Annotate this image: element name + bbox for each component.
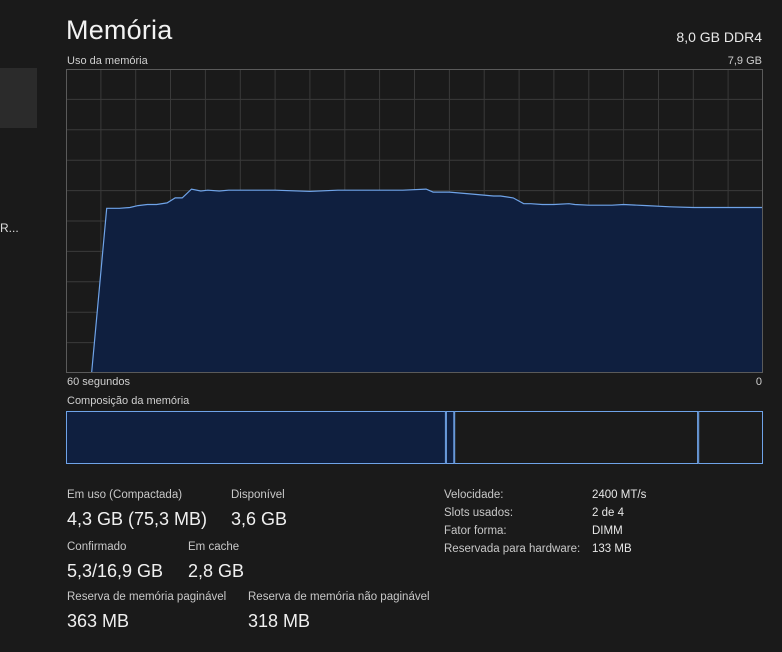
composition-label: Composição da memória	[67, 395, 190, 407]
usage-graph-max-label: 7,9 GB	[727, 55, 762, 67]
page-title: Memória	[66, 15, 173, 45]
form-factor-label: Fator forma:	[444, 525, 507, 537]
speed-value: 2400 MT/s	[592, 489, 647, 501]
nonpaged-pool-value: 318 MB	[248, 611, 311, 631]
speed-label: Velocidade:	[444, 489, 504, 501]
composition-segment	[698, 411, 763, 464]
time-axis-right-label: 0	[755, 376, 762, 388]
in-use-value: 4,3 GB (75,3 MB)	[67, 509, 208, 529]
memory-usage-graph	[66, 69, 763, 373]
memory-composition-bar[interactable]	[66, 411, 763, 464]
committed-value: 5,3/16,9 GB	[67, 561, 164, 581]
cached-label: Em cache	[188, 541, 240, 553]
available-label: Disponível	[231, 489, 285, 501]
nonpaged-pool-label: Reserva de memória não paginável	[248, 591, 430, 603]
composition-segment	[454, 411, 699, 464]
hardware-reserved-label: Reservada para hardware:	[444, 543, 581, 555]
slots-label: Slots usados:	[444, 507, 514, 519]
paged-pool-label: Reserva de memória paginável	[67, 591, 227, 603]
memory-spec: 8,0 GB DDR4	[676, 29, 762, 45]
usage-graph-label: Uso da memória	[67, 55, 148, 67]
time-axis-left-label: 60 segundos	[67, 376, 130, 388]
hardware-reserved-value: 133 MB	[592, 543, 632, 555]
slots-value: 2 de 4	[592, 507, 624, 519]
sidebar-item-truncated[interactable]: R...	[0, 221, 19, 235]
cached-value: 2,8 GB	[188, 561, 245, 581]
usage-area-fill	[91, 189, 763, 373]
composition-segment	[445, 411, 455, 464]
in-use-label: Em uso (Compactada)	[67, 489, 183, 501]
sidebar-selected-item[interactable]	[0, 68, 37, 128]
committed-label: Confirmado	[67, 541, 127, 553]
paged-pool-value: 363 MB	[67, 611, 130, 631]
available-value: 3,6 GB	[231, 509, 288, 529]
composition-segment	[66, 411, 446, 464]
form-factor-value: DIMM	[592, 525, 623, 537]
